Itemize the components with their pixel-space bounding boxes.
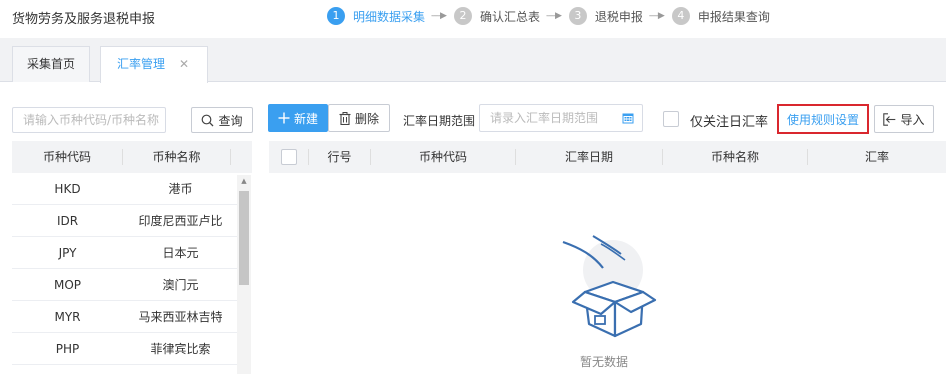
import-button[interactable]: 导入 xyxy=(874,105,934,133)
delete-label: 删除 xyxy=(354,111,379,126)
step-3[interactable]: 3 退税申报 xyxy=(568,7,643,25)
date-range-placeholder: 请录入汇率日期范围 xyxy=(490,111,599,125)
step-4[interactable]: 4 申报结果查询 xyxy=(671,7,770,25)
currency-name: 马来西亚林吉特 xyxy=(138,310,223,324)
step-2-number: 2 xyxy=(453,7,472,25)
scrollbar-thumb[interactable] xyxy=(239,191,249,285)
step-4-number: 4 xyxy=(671,7,690,25)
table-row[interactable]: IDR 印度尼西亚卢比 xyxy=(12,205,238,237)
step-progress: 1 明细数据采集 ----▶ 2 确认汇总表 ----▶ 3 退税申报 ----… xyxy=(327,6,770,26)
currency-code: PHP xyxy=(55,341,80,356)
close-icon[interactable]: ✕ xyxy=(179,47,189,81)
select-all-checkbox[interactable] xyxy=(280,149,297,165)
step-4-label: 申报结果查询 xyxy=(697,9,770,24)
trash-icon xyxy=(339,111,351,125)
currency-name: 澳门元 xyxy=(162,278,199,292)
table-row[interactable]: HKD 港币 xyxy=(12,173,238,205)
top-bar: 货物劳务及服务退税申报 1 明细数据采集 ----▶ 2 确认汇总表 ----▶… xyxy=(0,0,946,34)
table-row[interactable]: MYR 马来西亚林吉特 xyxy=(12,301,238,333)
empty-state-text: 暂无数据 xyxy=(579,355,628,369)
column-header-row-no[interactable]: 行号 xyxy=(309,149,371,165)
tab-rate-label: 汇率管理 xyxy=(117,57,166,71)
empty-box-icon xyxy=(562,235,657,338)
scroll-up-icon[interactable]: ▲ xyxy=(237,177,251,185)
calendar-icon xyxy=(622,113,634,124)
currency-code: IDR xyxy=(56,213,79,228)
column-header-code[interactable]: 币种代码 xyxy=(12,149,123,165)
plus-icon xyxy=(278,112,290,124)
step-arrow: ----▶ xyxy=(431,11,447,21)
delete-button[interactable]: 删除 xyxy=(328,104,390,132)
tab-rate-management[interactable]: 汇率管理 ✕ xyxy=(100,46,208,83)
exchange-rate-table-header: 行号 币种代码 汇率日期 币种名称 汇率 xyxy=(269,141,946,173)
column-header-rate-date[interactable]: 汇率日期 xyxy=(516,149,663,165)
tab-bar: 采集首页 汇率管理 ✕ xyxy=(0,38,946,83)
step-2-label: 确认汇总表 xyxy=(479,9,540,24)
focus-daily-rate-checkbox[interactable] xyxy=(663,111,679,127)
date-range-label: 汇率日期范围 xyxy=(403,114,476,128)
date-range-input[interactable]: 请录入汇率日期范围 xyxy=(479,104,643,132)
currency-name: 菲律宾比索 xyxy=(150,342,211,356)
currency-table: 币种代码 币种名称 HKD 港币 IDR 印度尼西亚卢比 JPY 日本元 MOP… xyxy=(12,141,252,365)
step-3-number: 3 xyxy=(568,7,587,25)
currency-name: 日本元 xyxy=(162,246,199,260)
table-row[interactable]: PHP 菲律宾比索 xyxy=(12,333,238,365)
step-arrow: ----▶ xyxy=(545,11,562,21)
tab-home[interactable]: 采集首页 xyxy=(12,46,90,82)
column-header-name[interactable]: 币种名称 xyxy=(123,149,231,165)
table-row[interactable]: JPY 日本元 xyxy=(12,237,238,269)
currency-code: JPY xyxy=(58,245,77,260)
currency-name: 印度尼西亚卢比 xyxy=(138,214,223,228)
currency-code: HKD xyxy=(54,181,81,196)
step-arrow: ----▶ xyxy=(648,11,665,21)
currency-code: MYR xyxy=(54,309,81,324)
step-1-number: 1 xyxy=(327,7,345,25)
step-2[interactable]: 2 确认汇总表 xyxy=(453,7,540,25)
query-label: 查询 xyxy=(218,113,243,128)
query-button[interactable]: 查询 xyxy=(191,107,253,133)
step-1-label: 明细数据采集 xyxy=(353,9,426,24)
column-header-currency-code[interactable]: 币种代码 xyxy=(371,149,516,165)
focus-daily-rate-label: 仅关注日汇率 xyxy=(690,115,769,130)
app-title: 货物劳务及服务退税申报 xyxy=(12,12,156,27)
currency-search-input[interactable]: 请输入币种代码/币种名称 xyxy=(12,107,166,133)
import-icon xyxy=(883,112,896,126)
step-1[interactable]: 1 明细数据采集 xyxy=(327,7,425,25)
search-icon xyxy=(202,114,214,126)
left-scrollbar[interactable]: ▲ xyxy=(237,175,251,374)
new-label: 新建 xyxy=(293,111,318,126)
table-row[interactable]: MOP 澳门元 xyxy=(12,269,238,301)
currency-table-header: 币种代码 币种名称 xyxy=(12,141,252,173)
currency-code: MOP xyxy=(53,277,82,292)
column-header-rate[interactable]: 汇率 xyxy=(808,149,946,165)
new-button[interactable]: 新建 xyxy=(268,104,328,132)
column-header-currency-name[interactable]: 币种名称 xyxy=(663,149,808,165)
select-all-cell xyxy=(269,149,309,165)
rules-settings-button[interactable]: 使用规则设置 xyxy=(777,104,869,134)
currency-name: 港币 xyxy=(168,182,193,196)
step-3-label: 退税申报 xyxy=(594,9,643,24)
import-label: 导入 xyxy=(900,112,925,127)
